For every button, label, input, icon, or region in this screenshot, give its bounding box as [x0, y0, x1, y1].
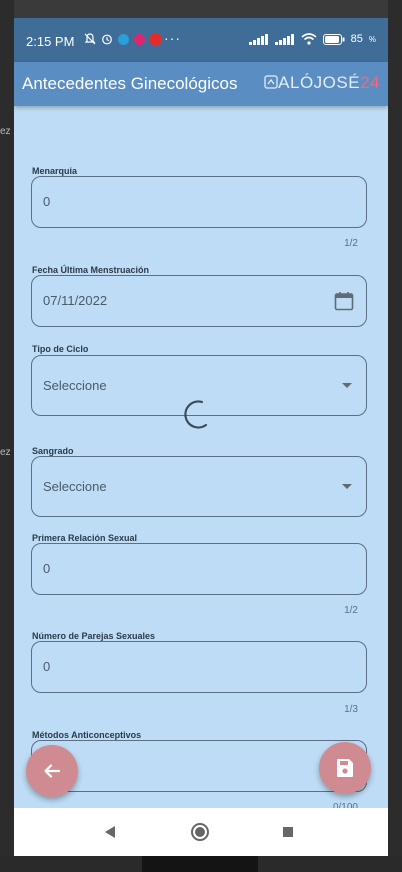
fum-value: 07/11/2022: [43, 293, 108, 308]
num-parejas-counter: 1/3: [344, 704, 358, 715]
status-bar: 2:15 PM ··· 85 %: [14, 18, 388, 62]
background-left-edge: ez ez: [0, 0, 14, 872]
status-time: 2:15 PM: [26, 34, 75, 49]
alarm-icon: [102, 34, 112, 45]
logo-number: 24: [360, 73, 380, 92]
battery-percent: 85: [350, 33, 363, 45]
fum-label: Fecha Última Menstruación: [32, 265, 150, 275]
save-icon: [337, 759, 353, 777]
wifi-icon: [301, 33, 317, 45]
num-parejas-input[interactable]: 0: [31, 641, 367, 693]
chevron-down-icon: [342, 383, 352, 388]
status-right-icons: 85%: [248, 33, 376, 45]
primera-relacion-label: Primera Relación Sexual: [32, 533, 138, 543]
signal-icon-2: [274, 33, 294, 45]
signal-icon-1: [248, 33, 268, 45]
page-title: Antecedentes Ginecológicos: [22, 74, 238, 93]
metodos-label: Métodos Anticonceptivos: [32, 730, 142, 740]
primera-relacion-counter: 1/2: [344, 605, 358, 616]
calendar-icon[interactable]: [334, 291, 354, 311]
background-bottom: [0, 856, 402, 872]
tipo-ciclo-value: Seleccione: [43, 378, 107, 393]
primera-relacion-input[interactable]: 0: [31, 543, 367, 595]
p-app-icon: [134, 33, 145, 45]
primera-relacion-value: 0: [43, 561, 51, 576]
num-parejas-label: Número de Parejas Sexuales: [32, 631, 156, 641]
loading-spinner-icon: [184, 400, 208, 429]
num-parejas-value: 0: [43, 659, 51, 674]
menarquia-value: 0: [43, 194, 51, 209]
sangrado-value: Seleccione: [43, 479, 107, 494]
silent-bell-icon: [84, 33, 96, 45]
nav-recents-icon[interactable]: [264, 808, 312, 856]
save-button[interactable]: [319, 742, 371, 794]
brand-logo: ALÓJOSÉ24: [264, 73, 380, 93]
logo-text: ALÓJOSÉ: [278, 73, 361, 92]
phone-screen: 2:15 PM ··· 85 % Antecedentes Ginecológi…: [14, 18, 388, 856]
arrow-left-icon: [44, 764, 61, 778]
menarquia-label: Menarquia: [32, 166, 78, 176]
menarquia-input[interactable]: 0: [31, 176, 367, 228]
sangrado-label: Sangrado: [32, 446, 74, 456]
notification-icons: [84, 33, 161, 45]
fum-date-input[interactable]: 07/11/2022: [31, 275, 367, 327]
menarquia-counter: 1/2: [344, 238, 358, 249]
more-notifications-icon: ···: [164, 30, 181, 46]
system-nav-bar: [14, 808, 388, 856]
nav-home-icon[interactable]: [176, 808, 224, 856]
back-button[interactable]: [26, 745, 78, 797]
background-dock: [142, 856, 258, 872]
tipo-ciclo-label: Tipo de Ciclo: [32, 344, 89, 354]
youtube-icon: [150, 33, 161, 45]
telegram-icon: [118, 33, 129, 45]
app-bar: Antecedentes Ginecológicos ALÓJOSÉ24: [14, 62, 388, 106]
background-right-edge: [388, 0, 402, 872]
nav-back-icon[interactable]: [86, 808, 134, 856]
sangrado-select[interactable]: Seleccione: [31, 456, 367, 517]
battery-icon: [322, 33, 345, 45]
chevron-down-icon: [342, 484, 352, 489]
logo-mark-icon: [264, 75, 278, 89]
metodos-input[interactable]: [31, 740, 367, 792]
